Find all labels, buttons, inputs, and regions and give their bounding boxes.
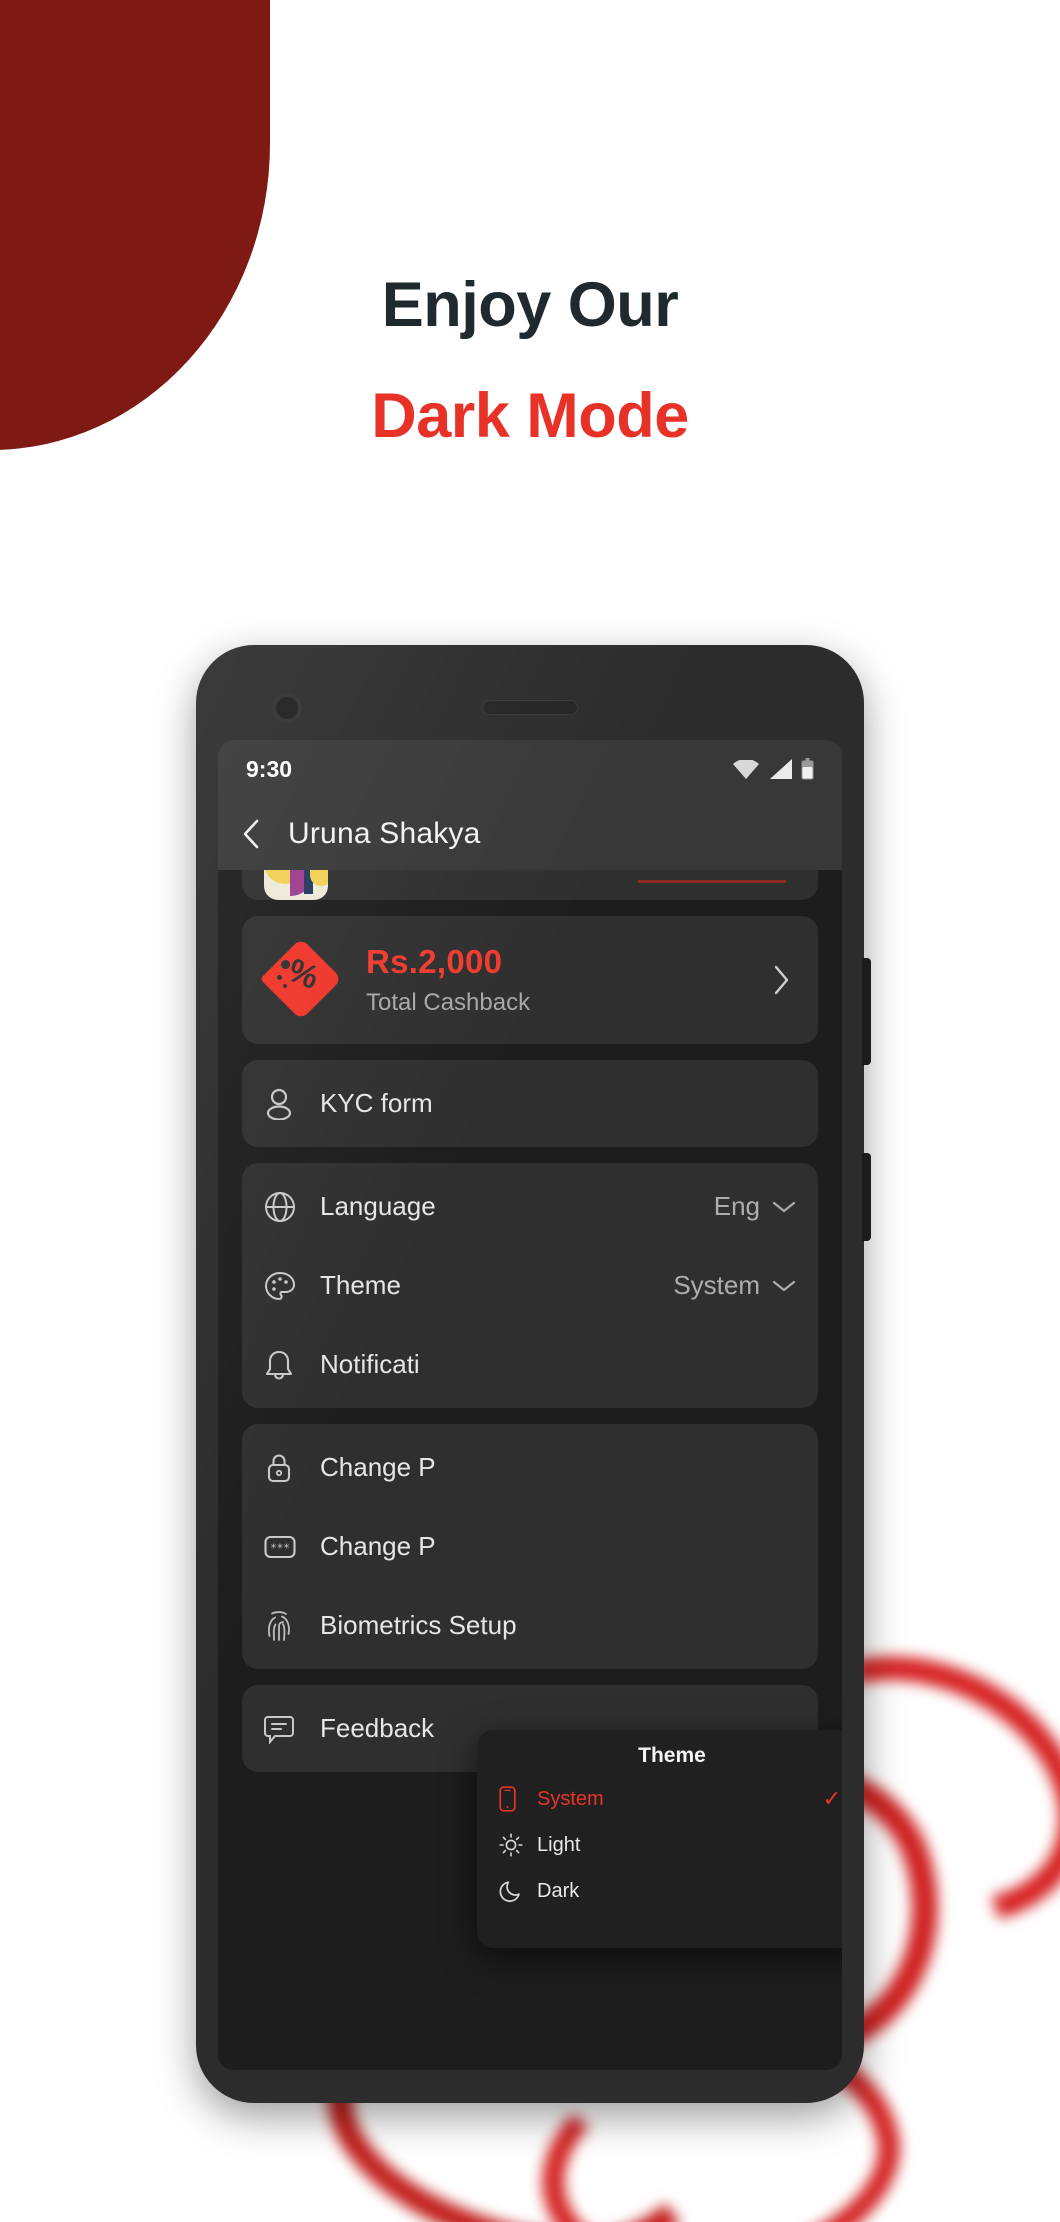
change-password-label: Change P xyxy=(320,1452,436,1482)
chevron-down-icon[interactable] xyxy=(772,1279,796,1293)
chevron-down-icon[interactable] xyxy=(772,1200,796,1214)
promo-headline: Enjoy Our Dark Mode xyxy=(0,270,1060,451)
phone-side-button-bottom[interactable] xyxy=(862,1153,871,1241)
sun-icon xyxy=(499,1833,533,1857)
avatar xyxy=(264,870,328,900)
battery-icon xyxy=(801,758,814,780)
fingerprint-icon xyxy=(264,1610,310,1642)
theme-option-dark-label: Dark xyxy=(537,1879,580,1902)
theme-option-light-label: Light xyxy=(537,1833,581,1856)
preferences-card[interactable]: Language Eng Theme System Notificati xyxy=(242,1163,818,1408)
security-card[interactable]: Change P *** Change P Biometrics Setup xyxy=(242,1424,818,1669)
row-change-pin[interactable]: *** Change P xyxy=(242,1507,818,1586)
front-camera-icon xyxy=(272,693,302,723)
kyc-card[interactable]: KYC form xyxy=(242,1060,818,1147)
bell-icon xyxy=(264,1349,310,1381)
cashback-caption: Total Cashback xyxy=(366,989,531,1016)
theme-option-system[interactable]: System ✓ xyxy=(477,1776,842,1822)
notification-label: Notificati xyxy=(320,1349,420,1379)
biometrics-setup-label: Biometrics Setup xyxy=(320,1610,517,1640)
cashback-amount: Rs.2,000 xyxy=(366,943,503,980)
chevron-right-icon[interactable] xyxy=(773,965,796,995)
change-pin-label: Change P xyxy=(320,1531,436,1561)
lock-icon xyxy=(264,1452,310,1484)
chat-bubble-icon xyxy=(264,1714,310,1744)
status-bar: 9:30 xyxy=(218,740,842,798)
theme-dialog-title: Theme xyxy=(638,1744,706,1767)
row-change-password[interactable]: Change P xyxy=(242,1428,818,1507)
page-title: Uruna Shakya xyxy=(288,817,481,850)
row-kyc-form[interactable]: KYC form xyxy=(242,1064,818,1143)
kyc-form-label: KYC form xyxy=(320,1088,433,1118)
profile-card-partial[interactable] xyxy=(242,870,818,900)
row-theme[interactable]: Theme System xyxy=(242,1246,818,1325)
pin-dots-icon: *** xyxy=(264,1534,310,1560)
row-language[interactable]: Language Eng xyxy=(242,1167,818,1246)
cellular-signal-icon xyxy=(768,759,792,779)
language-label: Language xyxy=(320,1191,436,1221)
person-icon xyxy=(264,1088,310,1120)
svg-text:***: *** xyxy=(270,1541,290,1554)
status-time: 9:30 xyxy=(246,755,293,782)
theme-option-light[interactable]: Light xyxy=(477,1822,842,1868)
discount-tag-icon: % xyxy=(259,937,343,1021)
theme-option-dark[interactable]: Dark xyxy=(477,1868,842,1914)
earpiece-speaker xyxy=(482,700,578,715)
palette-icon xyxy=(264,1270,310,1302)
total-cashback-card[interactable]: % Rs.2,000 Total Cashback xyxy=(242,916,818,1044)
checkmark-icon: ✓ xyxy=(822,1786,841,1811)
row-notification[interactable]: Notificati xyxy=(242,1325,818,1404)
language-value: Eng xyxy=(713,1191,760,1221)
phone-icon xyxy=(499,1786,533,1812)
row-biometrics-setup[interactable]: Biometrics Setup xyxy=(242,1586,818,1665)
chevron-left-icon[interactable] xyxy=(242,819,276,849)
phone-screen: 9:30 Uruna Shakya % Rs.2,000 Total Cashb… xyxy=(218,740,842,2070)
settings-content[interactable]: % Rs.2,000 Total Cashback KYC form Langu… xyxy=(218,870,842,2070)
phone-side-button-top[interactable] xyxy=(862,958,871,1065)
theme-label: Theme xyxy=(320,1270,401,1300)
moon-icon xyxy=(499,1879,533,1903)
headline-line-2: Dark Mode xyxy=(371,380,689,451)
theme-option-system-label: System xyxy=(537,1787,604,1810)
globe-icon xyxy=(264,1191,310,1223)
theme-value: System xyxy=(673,1270,760,1300)
profile-divider xyxy=(638,880,786,883)
wifi-icon xyxy=(733,759,759,779)
theme-dialog[interactable]: Theme System ✓ Light Dark xyxy=(477,1730,842,1948)
app-bar: Uruna Shakya xyxy=(218,798,842,870)
headline-line-1: Enjoy Our xyxy=(381,270,679,340)
phone-mockup: 9:30 Uruna Shakya % Rs.2,000 Total Cashb… xyxy=(196,645,871,2103)
